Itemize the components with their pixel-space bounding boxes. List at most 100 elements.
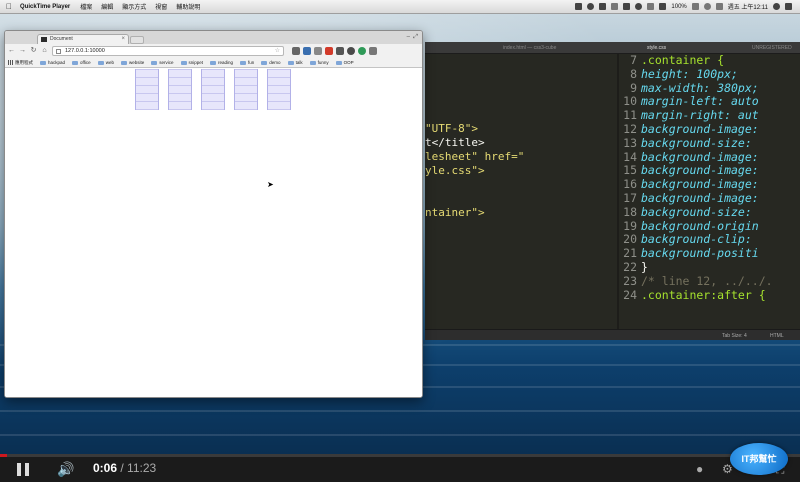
bookmark-folder[interactable]: web [97, 60, 114, 65]
address-bar[interactable]: 127.0.0.1:10000 ☆ [52, 46, 284, 56]
flag-icon[interactable] [691, 3, 699, 10]
folder-icon [97, 60, 104, 65]
code-fragment: t</title> [425, 136, 485, 149]
duration: 11:23 [127, 461, 157, 475]
extension-icon[interactable] [336, 47, 344, 55]
bookmark-folder[interactable]: office [72, 60, 91, 65]
extension-icon[interactable] [314, 47, 322, 55]
folder-icon [210, 60, 217, 65]
wifi-icon[interactable] [703, 3, 711, 10]
tray-dropbox-icon[interactable] [599, 3, 607, 10]
editor-tab-style-css[interactable]: style.css [647, 45, 666, 51]
bookmark-folder[interactable]: hackpad [40, 60, 65, 65]
app-menu[interactable]: QuickTime Player [20, 4, 70, 10]
minimize-icon[interactable]: – [407, 34, 410, 40]
extension-icon[interactable] [303, 47, 311, 55]
browser-tab[interactable]: Document × [37, 34, 129, 44]
bookmark-folder[interactable]: OOP [335, 60, 354, 65]
code-fragment: yle.css"> [425, 164, 485, 177]
fullscreen-icon[interactable]: ⤢ [413, 34, 418, 41]
editor-left-pane[interactable]: "UTF-8"> t</title> lesheet" href=" yle.c… [425, 54, 617, 329]
menu-help[interactable]: 輔助說明 [176, 2, 200, 11]
bookmark-folder[interactable]: demo [261, 60, 281, 65]
code-line: 19 background-origin [623, 218, 759, 233]
editor-right-pane[interactable]: 7 .container { 8 height: 100px; 9 max-width… [619, 53, 800, 329]
bookmark-apps[interactable]: 應用程式 [8, 60, 33, 66]
extension-icon[interactable] [347, 47, 355, 55]
bookmark-folder[interactable]: website [120, 60, 144, 65]
extension-icon[interactable] [292, 47, 300, 55]
container-grid-column [234, 69, 258, 110]
code-line: 12 background-image: [623, 121, 759, 136]
page-content[interactable]: ➤ [5, 68, 422, 397]
close-tab-icon[interactable]: × [121, 35, 125, 44]
browser-tab-strip: Document × – ⤢ [5, 31, 422, 44]
code-line: 7 .container { [630, 53, 725, 67]
tray-mail-icon[interactable] [611, 3, 619, 10]
forward-icon[interactable]: → [19, 44, 26, 58]
home-icon[interactable]: ⌂ [41, 44, 48, 58]
browser-toolbar: ← → ↻ ⌂ 127.0.0.1:10000 ☆ [5, 44, 422, 58]
editor-tab-index-html[interactable]: index.html — css3-cube [503, 45, 556, 51]
apple-icon[interactable]:  [6, 0, 12, 14]
tray-clock-icon[interactable] [635, 3, 643, 10]
folder-icon [151, 60, 158, 65]
battery-percent: 100% [671, 3, 687, 10]
spotlight-icon[interactable] [773, 3, 780, 10]
bookmark-folder[interactable]: reading [210, 60, 233, 65]
code-fragment: lesheet" href=" [425, 150, 525, 163]
bookmark-folder[interactable]: funny [309, 60, 329, 65]
container-grid-column [201, 69, 225, 110]
tab-size-status[interactable]: Tab Size: 4 [722, 333, 747, 339]
menu-edit[interactable]: 編輯 [101, 2, 113, 11]
menubar-clock[interactable]: 週五 上午12:11 [728, 2, 768, 11]
tray-app-icon[interactable] [575, 3, 583, 10]
pause-icon [17, 463, 21, 476]
code-fragment: ntainer"> [425, 206, 485, 219]
folder-icon [180, 60, 187, 65]
code-line: 13 background-size: [623, 135, 752, 150]
bookmark-star-icon[interactable]: ☆ [275, 47, 280, 56]
folder-icon [287, 60, 294, 65]
reload-icon[interactable]: ↻ [30, 44, 37, 58]
menu-view[interactable]: 顯示方式 [122, 2, 146, 11]
url-text: 127.0.0.1:10000 [65, 48, 105, 54]
new-tab-button[interactable] [130, 36, 144, 44]
folder-icon [309, 60, 316, 65]
code-line: 11 margin-right: aut [623, 108, 759, 123]
bookmark-folder[interactable]: fun [240, 60, 254, 65]
folder-icon [120, 60, 127, 65]
tray-sync-icon[interactable] [587, 3, 595, 10]
tray-bluetooth-icon[interactable] [647, 3, 655, 10]
progress-bar[interactable] [0, 454, 800, 457]
code-line: 15 background-image: [623, 163, 759, 178]
apps-icon [8, 60, 13, 65]
back-icon[interactable]: ← [8, 44, 15, 58]
bookmark-folder[interactable]: service [151, 60, 174, 65]
bookmark-folder[interactable]: snippet [180, 60, 203, 65]
syntax-status[interactable]: HTML [770, 333, 784, 339]
code-line: 21 background-positi [623, 246, 759, 261]
tray-evernote-icon[interactable] [623, 3, 631, 10]
folder-icon [240, 60, 247, 65]
browser-window: Document × – ⤢ ← → ↻ ⌂ 127.0.0.1:10000 ☆… [4, 30, 423, 398]
itbang-watermark-logo: IT邦幫忙 [730, 443, 788, 475]
code-line: 22} [623, 259, 648, 274]
extension-icon[interactable] [325, 47, 333, 55]
pause-button[interactable] [17, 463, 31, 476]
code-editor-window: index.html — css3-cube style.css UNREGIS… [425, 42, 800, 340]
menu-window[interactable]: 視窗 [155, 2, 167, 11]
notification-icon[interactable] [785, 3, 792, 10]
bookmark-folder[interactable]: talk [287, 60, 303, 65]
container-grid-column [135, 69, 159, 110]
editor-window-title: UNREGISTERED [752, 45, 792, 51]
menu-file[interactable]: 檔案 [80, 2, 92, 11]
code-fragment: "UTF-8"> [425, 122, 478, 135]
extension-icon[interactable] [358, 47, 366, 55]
editor-tab-bar: index.html — css3-cube style.css UNREGIS… [425, 42, 800, 54]
info-icon[interactable]: ● [696, 462, 703, 476]
volume-tray-icon[interactable] [715, 3, 723, 10]
menu-icon[interactable] [369, 47, 377, 55]
volume-icon[interactable]: 🔊 [57, 462, 75, 476]
battery-icon[interactable] [659, 3, 667, 10]
